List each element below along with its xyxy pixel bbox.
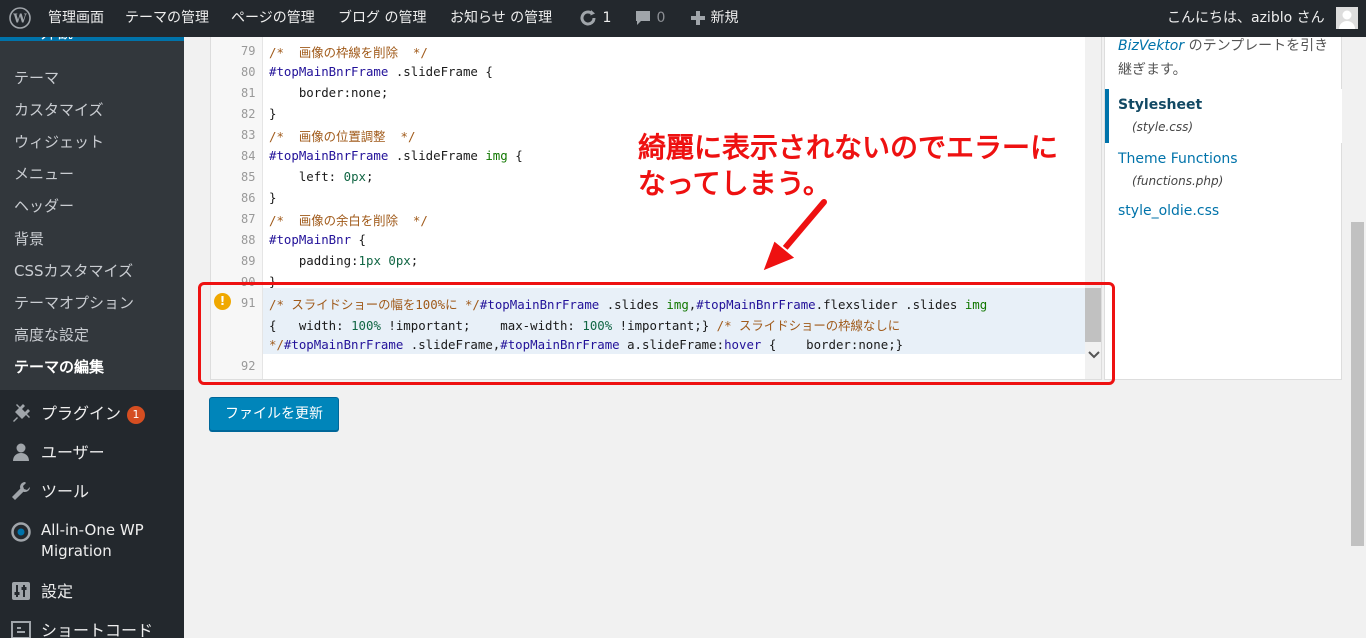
code-number: 0px	[343, 169, 366, 184]
admin-bar-news[interactable]: お知らせ の管理	[450, 0, 552, 37]
submenu-widgets[interactable]: ウィジェット	[14, 131, 104, 152]
submenu-menus[interactable]: メニュー	[14, 163, 74, 184]
update-file-button[interactable]: ファイルを更新	[209, 397, 339, 431]
submenu-themes[interactable]: テーマ	[14, 67, 59, 88]
code-line: #topMainBnrFrame .slideFrame img {	[269, 148, 523, 163]
menu-migration-label: All-in-One WP Migration	[41, 521, 144, 560]
admin-bar: W 管理画面 テーマの管理 ページの管理 ブログ の管理 お知らせ の管理 1 …	[0, 0, 1366, 37]
menu-users[interactable]: ユーザー	[0, 439, 184, 463]
line-number: 82	[241, 107, 256, 121]
menu-shortcode-label: ショートコード	[41, 621, 154, 638]
code-line: border:none;	[269, 85, 389, 100]
code-text: {	[507, 148, 523, 163]
plugins-update-badge: 1	[127, 405, 146, 424]
code-line: /* 画像の位置調整 */	[269, 127, 415, 145]
submenu-css-customize[interactable]: CSSカスタマイズ	[14, 260, 133, 281]
file-item-functions[interactable]: Theme Functions	[1118, 151, 1238, 167]
menu-tools-label: ツール	[41, 482, 90, 501]
updates-count: 1	[602, 10, 612, 26]
admin-bar-pages[interactable]: ページの管理	[231, 0, 315, 37]
annotation-line-1: 綺麗に表示されないのでエラーに	[638, 131, 1059, 164]
theme-files-panel: BizVektor のテンプレートを引き継ぎます。 Stylesheet (st…	[1104, 37, 1342, 380]
menu-migration[interactable]: All-in-One WP Migration	[0, 520, 184, 564]
admin-sidebar: 外観 テーマ カスタマイズ ウィジェット メニュー ヘッダー 背景 CSSカスタ…	[0, 21, 184, 638]
annotation-text: 綺麗に表示されないのでエラーに なってしまう。	[638, 130, 1058, 202]
code-text: .slideFrame	[388, 148, 486, 163]
admin-bar-site[interactable]: 管理画面	[48, 0, 104, 37]
menu-tools[interactable]: ツール	[0, 478, 184, 502]
code-selector: #topMainBnrFrame	[269, 64, 389, 79]
submenu-theme-editor[interactable]: テーマの編集	[14, 356, 104, 377]
code-number: 1px 0px	[358, 253, 411, 268]
code-line: #topMainBnrFrame .slideFrame {	[269, 64, 493, 79]
menu-users-label: ユーザー	[41, 443, 105, 462]
code-text: padding:	[269, 253, 359, 268]
new-button[interactable]: 新規	[690, 0, 738, 37]
greeting[interactable]: こんにちは、aziblo さん	[1167, 0, 1325, 37]
code-text: ;	[366, 169, 374, 184]
code-comment: /* 画像の枠線を削除 */	[269, 45, 428, 60]
annotation-highlight-box	[198, 282, 1115, 385]
updates-button[interactable]: 1	[578, 0, 611, 37]
code-selector: #topMainBnrFrame	[269, 148, 389, 163]
page-scrollbar-thumb[interactable]	[1351, 222, 1364, 546]
code-text: {	[351, 232, 366, 247]
refresh-icon	[580, 10, 596, 26]
menu-plugins-label: プラグイン 1	[41, 400, 146, 424]
code-line: left: 0px;	[269, 169, 374, 184]
comments-button[interactable]: 0	[634, 0, 665, 37]
appearance-submenu: 外観 テーマ カスタマイズ ウィジェット メニュー ヘッダー 背景 CSSカスタ…	[0, 21, 184, 390]
submenu-header[interactable]: ヘッダー	[14, 195, 74, 216]
submenu-advanced[interactable]: 高度な設定	[14, 324, 89, 345]
code-comment: /* 画像の位置調整 */	[269, 129, 416, 144]
comment-icon	[636, 11, 650, 25]
line-number: 88	[241, 233, 256, 247]
code-text: ;	[410, 253, 419, 268]
admin-bar-theme[interactable]: テーマの管理	[125, 0, 209, 37]
submenu-theme-options[interactable]: テーマオプション	[14, 292, 134, 313]
plugins-label-text: プラグイン	[41, 404, 122, 423]
code-line: #topMainBnr {	[269, 232, 366, 247]
template-description: BizVektor のテンプレートを引き継ぎます。	[1118, 34, 1333, 82]
menu-shortcode[interactable]: ショートコード	[0, 617, 184, 638]
admin-bar-blog[interactable]: ブログ の管理	[338, 0, 426, 37]
user-icon	[13, 443, 29, 461]
plus-icon	[691, 11, 705, 25]
file-name: Stylesheet	[1118, 97, 1203, 113]
new-label: 新規	[710, 10, 739, 26]
annotation-line-2: なってしまう。	[638, 167, 831, 200]
code-line: padding:1px 0px;	[269, 253, 418, 268]
plugin-icon	[13, 404, 30, 422]
migration-icon	[11, 522, 31, 542]
submenu-background[interactable]: 背景	[14, 228, 44, 249]
code-line: }	[269, 190, 277, 205]
comments-count: 0	[656, 10, 666, 26]
settings-icon	[12, 582, 30, 600]
code-comment: /* 画像の余白を削除 */	[269, 213, 428, 228]
code-tag: img	[485, 148, 508, 163]
file-item-stylesheet[interactable]: Stylesheet (style.css)	[1105, 89, 1342, 143]
file-path: (functions.php)	[1132, 174, 1224, 188]
code-text: left:	[269, 169, 344, 184]
file-path: (style.css)	[1132, 120, 1194, 134]
wordpress-icon[interactable]: W	[9, 0, 31, 37]
code-line: }	[269, 106, 277, 121]
file-item-style-oldie[interactable]: style_oldie.css	[1118, 203, 1219, 219]
code-line: /* 画像の枠線を削除 */	[269, 43, 428, 61]
menu-plugins[interactable]: プラグイン 1	[0, 400, 184, 424]
annotation-arrow	[760, 197, 829, 274]
menu-settings-label: 設定	[41, 582, 74, 601]
wrench-icon	[12, 482, 30, 500]
code-line: /* 画像の余白を削除 */	[269, 211, 428, 229]
code-selector: #topMainBnr	[269, 232, 352, 247]
svg-text:W: W	[12, 12, 27, 26]
code-text: .slideFrame {	[388, 64, 493, 79]
avatar[interactable]	[1336, 7, 1358, 29]
submenu-customize[interactable]: カスタマイズ	[14, 99, 104, 120]
parent-theme-link[interactable]: BizVektor	[1118, 38, 1184, 54]
menu-settings[interactable]: 設定	[0, 578, 184, 602]
shortcode-icon	[11, 621, 31, 638]
